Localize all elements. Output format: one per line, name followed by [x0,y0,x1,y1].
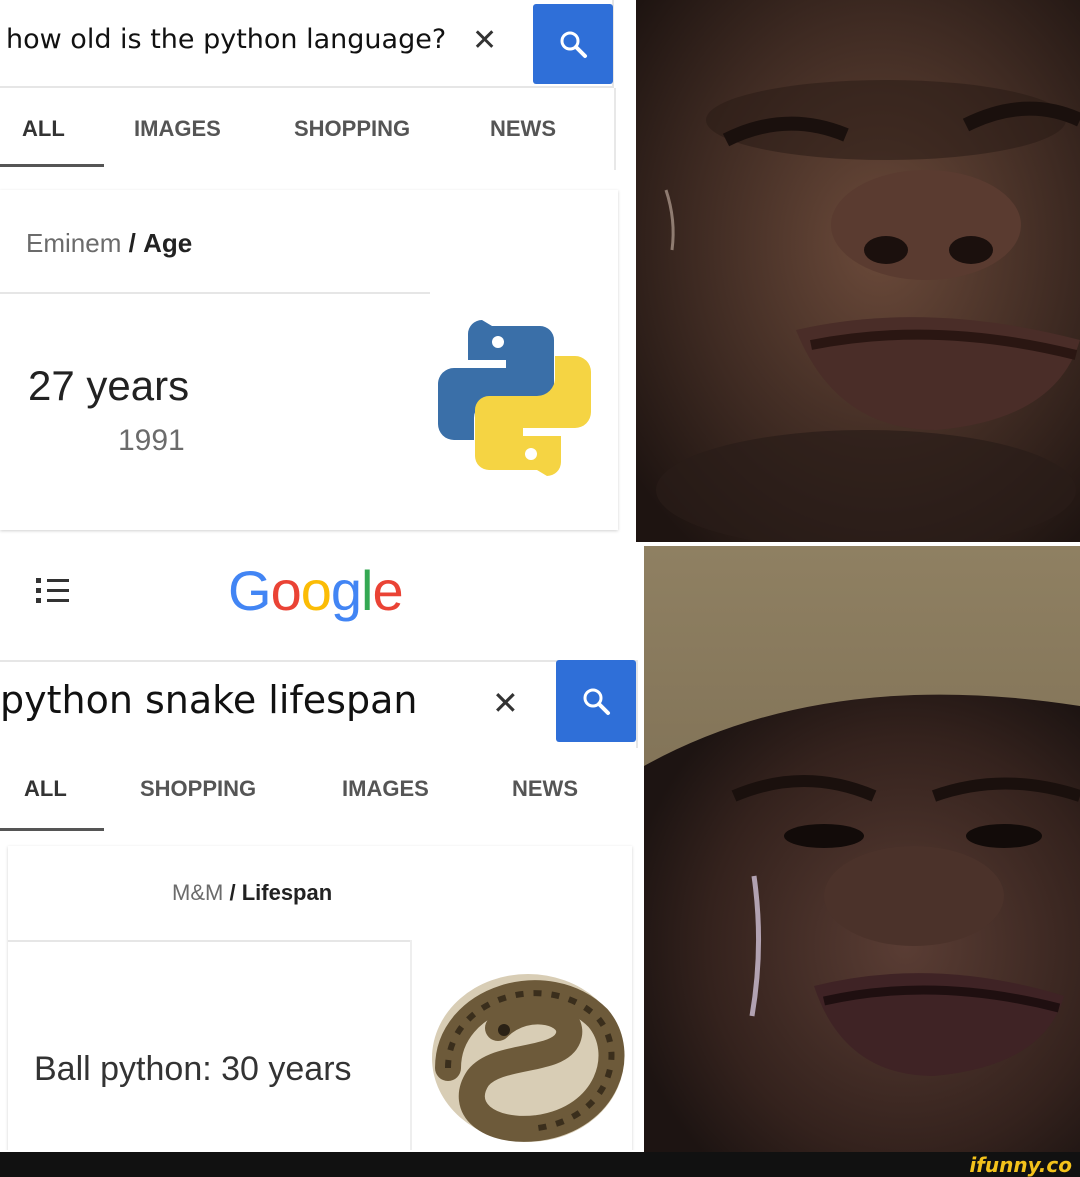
tab-shopping[interactable]: SHOPPING [294,116,410,142]
breadcrumb-entity[interactable]: M&M [172,880,223,905]
clear-search-button[interactable]: ✕ [472,24,497,58]
footer-bar: ifunny.co [0,1152,1080,1177]
search-input[interactable]: how old is the python language? [6,24,446,55]
logo-letter: o [270,559,302,622]
answer-main: Ball python: 30 years [34,1050,352,1088]
watermark: ifunny.co [969,1153,1072,1177]
crying-man-sad-photo [644,546,1080,1152]
tab-news[interactable]: NEWS [512,776,578,802]
answer-card: M&M / Lifespan Ball python: 30 years [8,846,632,1152]
python-logo[interactable] [432,318,597,478]
apps-menu-icon[interactable] [36,576,72,606]
close-icon: ✕ [492,684,519,722]
logo-letter: G [228,559,272,622]
card-divider [8,940,412,942]
logo-letter: o [300,559,332,622]
tab-shopping[interactable]: SHOPPING [140,776,256,802]
tab-bar: ALL SHOPPING IMAGES NEWS [0,746,636,832]
tab-images[interactable]: IMAGES [134,116,221,142]
tab-all[interactable]: ALL [22,116,65,142]
breadcrumb-attribute: Age [143,228,193,258]
breadcrumb-attribute: Lifespan [241,880,333,905]
card-divider [0,292,430,294]
answer-main: 27 years [28,362,190,409]
crying-man-sad-image [644,546,1080,1152]
clear-search-button[interactable]: ✕ [492,684,519,722]
breadcrumb-separator: / [128,228,136,258]
logo-letter: e [372,559,403,622]
breadcrumb: Eminem / Age [26,228,192,259]
crying-man-smiling-photo [636,0,1080,542]
answer-card: Eminem / Age 27 years 1991 [0,190,618,530]
active-tab-indicator [0,164,104,167]
logo-letter: g [330,559,362,622]
search-icon [583,688,610,715]
active-tab-indicator [0,828,104,831]
crying-man-smiling-image [636,0,1080,542]
google-header: Google [0,540,636,658]
google-logo[interactable]: Google [228,558,404,623]
breadcrumb-separator: / [229,880,236,905]
ball-python-photo[interactable] [418,958,632,1152]
search-button[interactable] [533,4,613,84]
search-icon [560,31,587,58]
search-input[interactable]: python snake lifespan [0,678,417,722]
breadcrumb-entity[interactable]: Eminem [26,228,121,258]
tab-all[interactable]: ALL [24,776,67,802]
search-button[interactable] [556,660,636,742]
tab-news[interactable]: NEWS [490,116,556,142]
logo-letter: l [361,559,373,622]
answer-sub: 1991 [118,424,185,457]
breadcrumb: M&M / Lifespan [172,880,332,906]
close-icon: ✕ [472,23,498,58]
tab-bar: ALL IMAGES SHOPPING NEWS [0,88,616,170]
tab-images[interactable]: IMAGES [342,776,429,802]
card-divider-vertical [410,940,412,1152]
